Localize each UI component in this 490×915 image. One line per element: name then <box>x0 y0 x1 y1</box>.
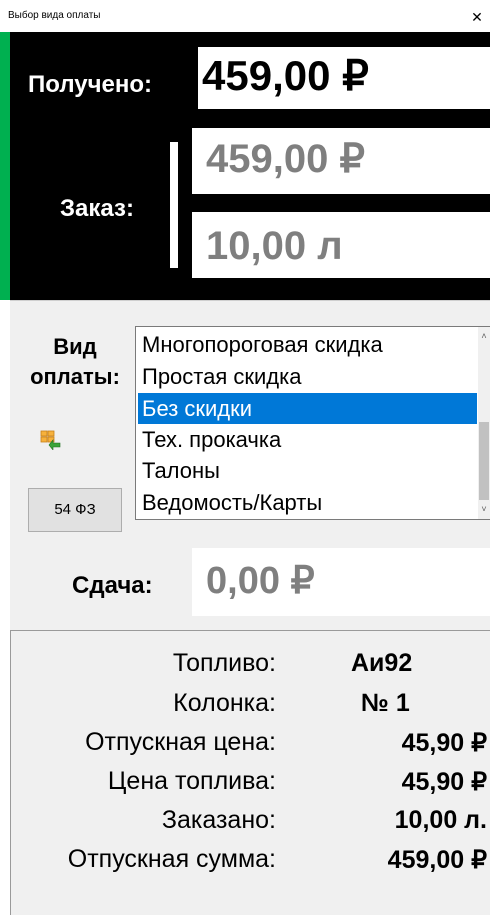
fuel-info-panel: Топливо: Аи92 Колонка: № 1 Отпускная цена: 45… <box>10 630 490 915</box>
payment-option[interactable]: Простая скидка <box>138 361 477 392</box>
info-value: 459,00 ₽ <box>387 846 487 874</box>
info-value: 10,00 л. <box>394 806 487 834</box>
close-icon[interactable]: ✕ <box>465 6 489 28</box>
payment-option[interactable]: Ведомость/Карты <box>138 487 477 518</box>
info-value: № 1 <box>361 689 410 717</box>
order-volume-field: 10,00 л <box>192 212 490 278</box>
payment-option[interactable]: Тех. прокачка <box>138 424 477 455</box>
info-label: Колонка: <box>173 689 276 717</box>
info-label: Цена топлива: <box>107 767 276 795</box>
received-label: Получено: <box>28 71 153 98</box>
info-value: 45,90 ₽ <box>401 768 487 796</box>
info-label: Топливо: <box>172 649 276 677</box>
payment-option[interactable]: Без скидки <box>138 393 477 424</box>
order-bracket <box>170 142 178 268</box>
info-label: Отпускная цена: <box>85 728 276 756</box>
change-label: Сдача: <box>72 572 153 599</box>
payment-option[interactable]: Талоны <box>138 455 477 486</box>
payment-type-label-line1: Вид <box>53 334 97 359</box>
fz54-button[interactable]: 54 ФЗ <box>28 488 122 532</box>
payment-type-label: Вид оплаты: <box>16 332 134 392</box>
orders-icon[interactable] <box>40 430 62 450</box>
scroll-up-icon[interactable]: ˄ <box>478 330 490 342</box>
payment-option[interactable]: Многопороговая скидка <box>138 329 477 360</box>
scroll-thumb[interactable] <box>479 422 489 500</box>
order-amount-field: 459,00 ₽ <box>192 128 490 194</box>
accent-stripe <box>0 32 10 300</box>
payment-type-label-line2: оплаты: <box>30 364 120 389</box>
change-field: 0,00 ₽ <box>192 548 490 616</box>
info-value: Аи92 <box>351 649 413 677</box>
scroll-down-icon[interactable]: ˅ <box>478 503 490 515</box>
payment-type-list[interactable]: Многопороговая скидка Простая скидка Без с… <box>135 326 490 520</box>
info-label: Заказано: <box>161 806 276 834</box>
order-label: Заказ: <box>60 195 134 222</box>
window-title: Выбор вида оплаты <box>8 10 101 21</box>
received-field[interactable]: 459,00 ₽ <box>198 47 490 109</box>
info-label: Отпускная сумма: <box>67 845 276 873</box>
info-value: 45,90 ₽ <box>401 729 487 757</box>
